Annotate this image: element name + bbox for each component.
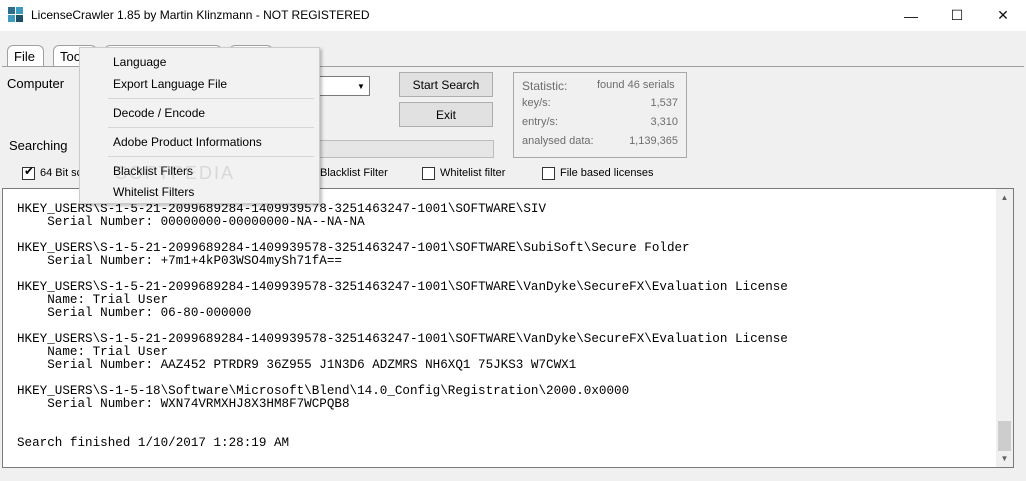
tab-file[interactable]: File (7, 45, 44, 67)
search-progress (314, 140, 494, 158)
scroll-down-icon[interactable]: ▼ (996, 450, 1013, 467)
start-search-button[interactable]: Start Search (399, 72, 493, 97)
file-based-licenses-checkbox[interactable] (542, 167, 555, 180)
bit64-checkbox[interactable]: ✔ (22, 164, 35, 180)
menu-item-export-language-file[interactable]: Export Language File (113, 77, 227, 91)
entry-value: 3,310 (650, 116, 678, 128)
maximize-button[interactable]: ☐ (934, 0, 980, 31)
keys-value: 1,537 (650, 97, 678, 109)
window-title: LicenseCrawler 1.85 by Martin Klinzmann … (31, 8, 370, 22)
chevron-down-icon[interactable]: ▼ (354, 78, 368, 94)
exit-button[interactable]: Exit (399, 102, 493, 127)
analysed-value: 1,139,365 (629, 135, 678, 147)
close-button[interactable]: ✕ (980, 0, 1026, 31)
menu-item-language[interactable]: Language (113, 55, 166, 69)
watermark: SOFTPEDIA (115, 163, 236, 183)
bit64-label: 64 Bit sc (40, 167, 83, 179)
whitelist-filter-checkbox[interactable] (422, 167, 435, 180)
checkmark-icon: ✔ (24, 164, 35, 178)
statistics-panel: Statistic: found 46 serials key/s: 1,537… (513, 72, 687, 158)
whitelist-filter-label: Whitelist filter (440, 167, 506, 179)
computer-label: Computer (7, 76, 65, 91)
file-based-licenses-label: File based licenses (560, 167, 654, 179)
keys-label: key/s: (522, 97, 551, 109)
app-icon (8, 7, 24, 23)
entry-label: entry/s: (522, 116, 559, 128)
vertical-scrollbar[interactable]: ▲ ▼ (996, 189, 1013, 467)
menu-separator (108, 127, 314, 128)
statistic-title: Statistic: (522, 79, 568, 93)
scrollbar-thumb[interactable] (998, 421, 1011, 451)
analysed-label: analysed data: (522, 135, 594, 147)
results-output[interactable]: HKEY_USERS\S-1-5-21-2099689284-140993957… (2, 188, 1014, 468)
title-bar: LicenseCrawler 1.85 by Martin Klinzmann … (0, 0, 1026, 31)
menu-item-whitelist-filters[interactable]: Whitelist Filters (113, 185, 194, 199)
computer-select[interactable]: ▼ (314, 76, 370, 96)
menu-item-adobe-product-informations[interactable]: Adobe Product Informations (113, 135, 262, 149)
menu-item-decode-encode[interactable]: Decode / Encode (113, 106, 205, 120)
scroll-up-icon[interactable]: ▲ (996, 189, 1013, 206)
searching-label: Searching (9, 138, 68, 153)
blacklist-filter-label: Blacklist Filter (320, 167, 388, 179)
results-text[interactable]: HKEY_USERS\S-1-5-21-2099689284-140993957… (17, 203, 788, 450)
found-serials: found 46 serials (597, 79, 675, 91)
menu-separator (108, 156, 314, 157)
menu-separator (108, 98, 314, 99)
minimize-button[interactable]: — (888, 0, 934, 31)
